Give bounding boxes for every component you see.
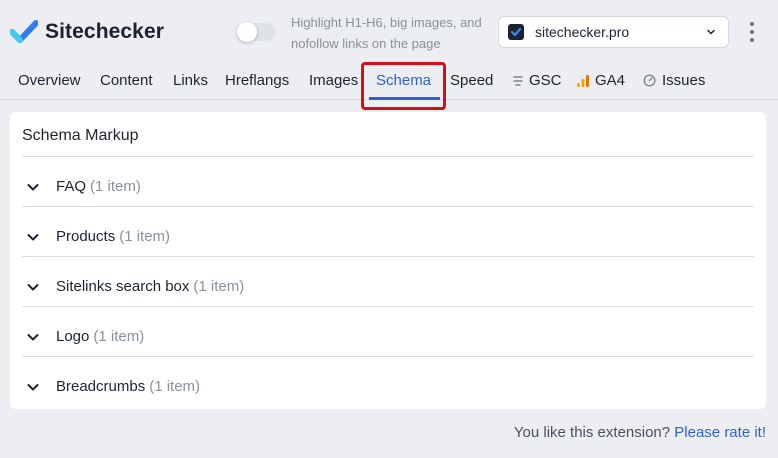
tab-gsc[interactable]: GSC — [513, 72, 562, 89]
schema-item-products[interactable]: Products (1 item) — [22, 212, 754, 261]
domain-select[interactable]: sitechecker.pro — [498, 16, 729, 48]
toggle-knob — [237, 22, 257, 42]
highlight-toggle-label: Highlight H1-H6, big images, and nofollo… — [291, 15, 482, 51]
tab-ga4[interactable]: GA4 — [577, 72, 625, 89]
schema-item-name: FAQ — [56, 178, 87, 195]
brand-name: Sitechecker — [45, 20, 165, 43]
schema-item-name: Products — [56, 228, 116, 245]
schema-item-logo[interactable]: Logo (1 item) — [22, 312, 754, 361]
chevron-down-icon — [27, 183, 39, 190]
schema-item-name: Breadcrumbs — [56, 378, 146, 395]
footer: You like this extension? Please rate it! — [514, 424, 766, 441]
schema-item-name: Sitelinks search box — [56, 278, 190, 295]
panel-title: Schema Markup — [22, 127, 139, 144]
tab-hreflangs[interactable]: Hreflangs — [225, 72, 289, 89]
ga4-icon — [577, 74, 589, 87]
tab-speed[interactable]: Speed — [450, 72, 493, 89]
chevron-down-icon — [27, 333, 39, 340]
domain-select-value: sitechecker.pro — [535, 24, 630, 40]
header: Sitechecker Highlight H1-H6, big images,… — [0, 0, 778, 64]
gauge-icon — [643, 74, 656, 87]
kebab-menu-icon[interactable] — [744, 22, 760, 42]
footer-prompt: You like this extension? — [513, 424, 671, 441]
site-favicon-icon — [508, 24, 524, 40]
tab-overview[interactable]: Overview — [18, 72, 81, 89]
divider — [22, 256, 754, 257]
chevron-down-icon — [27, 233, 39, 240]
chevron-down-icon — [27, 283, 39, 290]
tab-issues[interactable]: Issues — [643, 72, 705, 89]
schema-item-count: (1 item) — [119, 228, 171, 245]
divider — [22, 156, 754, 157]
annotation-highlight-box — [361, 62, 446, 110]
schema-markup-panel: Schema Markup FAQ (1 item) Products (1 i… — [10, 112, 766, 409]
chevron-down-icon — [27, 383, 39, 390]
chevron-down-icon — [707, 29, 715, 35]
schema-item-count: (1 item) — [193, 278, 245, 295]
divider — [22, 356, 754, 357]
schema-item-faq[interactable]: FAQ (1 item) — [22, 162, 754, 211]
divider — [22, 206, 754, 207]
tab-images[interactable]: Images — [309, 72, 358, 89]
highlight-toggle[interactable] — [237, 22, 275, 42]
schema-item-breadcrumbs[interactable]: Breadcrumbs (1 item) — [22, 362, 754, 411]
tab-links[interactable]: Links — [173, 72, 208, 89]
schema-item-count: (1 item) — [93, 328, 145, 345]
divider — [22, 306, 754, 307]
tab-content[interactable]: Content — [100, 72, 153, 89]
schema-item-name: Logo — [56, 328, 90, 345]
sitechecker-logo-icon — [10, 20, 38, 43]
schema-item-sitelinks-search-box[interactable]: Sitelinks search box (1 item) — [22, 262, 754, 311]
schema-item-count: (1 item) — [90, 178, 141, 195]
brand-logo[interactable]: Sitechecker — [10, 18, 164, 46]
rate-extension-link[interactable]: Please rate it! — [674, 424, 766, 441]
schema-item-count: (1 item) — [149, 378, 201, 395]
gsc-icon — [513, 75, 523, 86]
